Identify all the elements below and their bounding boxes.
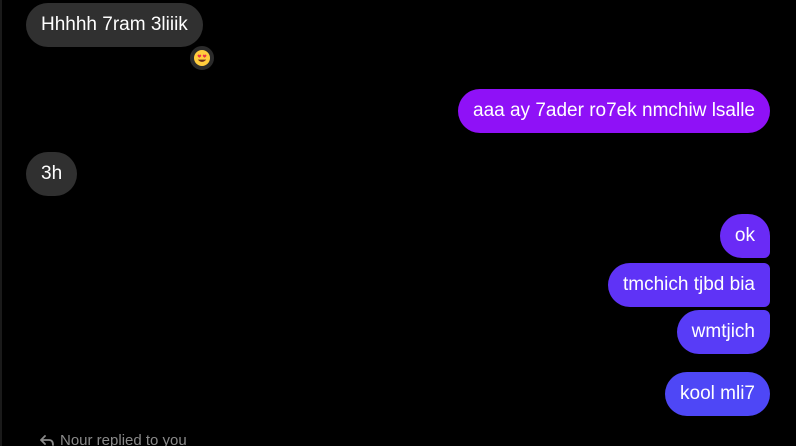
outgoing-message-bubble[interactable]: ok (719, 214, 770, 258)
reply-indicator-text: Nour replied to you (60, 432, 187, 446)
incoming-message-bubble[interactable]: 3h (26, 152, 78, 196)
outgoing-message-bubble[interactable]: kool mli7 (665, 372, 770, 416)
outgoing-message-bubble[interactable]: wmtjich (676, 310, 770, 354)
panel-divider (0, 0, 2, 446)
outgoing-message-bubble[interactable]: tmchich tjbd bia (607, 263, 770, 307)
incoming-message-bubble[interactable]: Hhhhh 7ram 3liiik (26, 3, 203, 47)
reply-arrow-icon (40, 435, 54, 446)
message-reaction[interactable] (188, 44, 216, 72)
chat-thread: Hhhhh 7ram 3liiik aaa ay 7ader ro7ek nmc… (0, 0, 796, 446)
heart-eyes-emoji-icon (194, 50, 210, 66)
reply-indicator: Nour replied to you (40, 432, 187, 446)
outgoing-message-bubble[interactable]: aaa ay 7ader ro7ek nmchiw lsalle (458, 89, 770, 133)
